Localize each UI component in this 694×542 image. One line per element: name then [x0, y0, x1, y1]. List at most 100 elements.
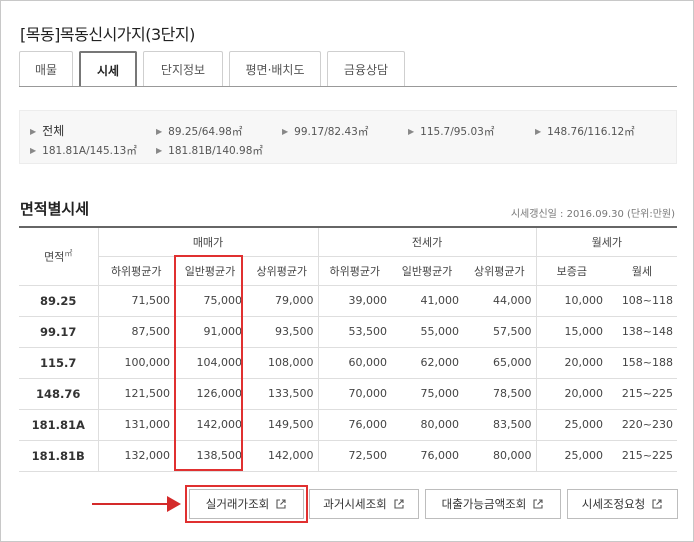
tab-listings[interactable]: 매물 — [19, 51, 73, 86]
area-filter-label: 148.76/116.12㎡ — [547, 126, 635, 138]
table-cell: 25,000 — [535, 409, 608, 441]
column-header: 상위평균가 — [463, 256, 537, 286]
area-filter-item[interactable]: ▶ 181.81A/145.13㎡ — [30, 143, 137, 158]
table-cell: 57,500 — [463, 316, 537, 348]
table-cell: 80,000 — [391, 409, 464, 441]
area-filter-label: 전체 — [42, 124, 65, 138]
button-label: 대출가능금액조회 — [441, 497, 527, 511]
table-cell: 215~225 — [607, 440, 678, 472]
area-filter-label: 89.25/64.98㎡ — [168, 126, 243, 138]
row-area: 89.25 — [19, 285, 99, 317]
area-filter-item[interactable]: ▶ 148.76/116.12㎡ — [535, 124, 635, 139]
table-cell: 220~230 — [607, 409, 678, 441]
table-cell: 138~148 — [607, 316, 678, 348]
page-title: [목동]목동신시가지(3단지) — [20, 25, 195, 44]
table-row: 115.7 100,000 104,000 108,000 60,000 62,000 65… — [19, 347, 678, 379]
table-cell: 71,500 — [98, 285, 174, 317]
table-cell: 79,000 — [246, 285, 319, 317]
table-cell: 108,000 — [246, 347, 319, 379]
external-link-icon — [652, 499, 662, 509]
tab-prices[interactable]: 시세 — [79, 51, 137, 87]
table-cell: 142,000 — [246, 440, 319, 472]
row-area: 99.17 — [19, 316, 99, 348]
price-adjust-button[interactable]: 시세조정요청 — [567, 489, 678, 519]
price-table-body: 89.25 71,500 75,000 79,000 39,000 41,000 44,00… — [19, 285, 678, 472]
row-area: 181.81B — [19, 440, 99, 472]
tab-floor-plan[interactable]: 평면·배치도 — [229, 51, 321, 86]
tab-complex-info[interactable]: 단지정보 — [143, 51, 223, 86]
table-row: 148.76 121,500 126,000 133,500 70,000 75,000 7… — [19, 378, 678, 410]
table-cell: 104,000 — [174, 347, 246, 379]
table-row: 181.81B 132,000 138,500 142,000 72,500 76,000… — [19, 440, 678, 472]
area-filter-item[interactable]: ▶ 99.17/82.43㎡ — [282, 124, 368, 139]
table-cell: 62,000 — [391, 347, 464, 379]
table-cell: 87,500 — [98, 316, 174, 348]
area-filter-all[interactable]: ▶ 전체 — [30, 122, 64, 139]
table-cell: 76,000 — [317, 409, 392, 441]
table-cell: 91,000 — [174, 316, 246, 348]
column-header: 보증금 — [535, 256, 608, 286]
area-filter-item[interactable]: ▶ 89.25/64.98㎡ — [156, 124, 242, 139]
column-header: 하위평균가 — [98, 256, 174, 286]
triangle-right-icon: ▶ — [282, 127, 289, 136]
table-cell: 15,000 — [535, 316, 608, 348]
table-cell: 100,000 — [98, 347, 174, 379]
price-table: 면적㎡ 매매가 전세가 월세가 하위평균가 일반평균가 상위평균가 하위평균가 … — [19, 226, 678, 472]
table-cell: 70,000 — [317, 378, 392, 410]
table-cell: 121,500 — [98, 378, 174, 410]
area-header-label: 면적 — [44, 250, 65, 264]
table-cell: 133,500 — [246, 378, 319, 410]
triangle-right-icon: ▶ — [408, 127, 415, 136]
area-unit: ㎡ — [64, 248, 73, 258]
loan-amount-button[interactable]: 대출가능금액조회 — [425, 489, 561, 519]
table-cell: 158~188 — [607, 347, 678, 379]
table-cell: 132,000 — [98, 440, 174, 472]
table-cell: 126,000 — [174, 378, 246, 410]
pointer-arrow-line — [92, 503, 172, 505]
group-header-monthly: 월세가 — [535, 227, 678, 257]
area-filter-item[interactable]: ▶ 115.7/95.03㎡ — [408, 124, 494, 139]
table-cell: 131,000 — [98, 409, 174, 441]
table-cell: 39,000 — [317, 285, 392, 317]
table-cell: 44,000 — [463, 285, 537, 317]
table-cell: 65,000 — [463, 347, 537, 379]
tab-finance[interactable]: 금융상담 — [327, 51, 405, 86]
real-transaction-button[interactable]: 실거래가조회 — [189, 489, 304, 519]
table-cell: 142,000 — [174, 409, 246, 441]
table-cell: 60,000 — [317, 347, 392, 379]
table-cell: 76,000 — [391, 440, 464, 472]
tab-bar: 매물 시세 단지정보 평면·배치도 금융상담 — [19, 51, 411, 87]
table-cell: 25,000 — [535, 440, 608, 472]
tab-underline — [19, 86, 677, 87]
table-row: 181.81A 131,000 142,000 149,500 76,000 80,000… — [19, 409, 678, 441]
area-filter-label: 181.81B/140.98㎡ — [168, 145, 263, 157]
table-cell: 20,000 — [535, 347, 608, 379]
external-link-icon — [394, 499, 404, 509]
area-filter-item[interactable]: ▶ 181.81B/140.98㎡ — [156, 143, 263, 158]
table-cell: 55,000 — [391, 316, 464, 348]
section-title: 면적별시세 — [20, 200, 90, 218]
table-cell: 78,500 — [463, 378, 537, 410]
table-cell: 20,000 — [535, 378, 608, 410]
triangle-right-icon: ▶ — [156, 127, 163, 136]
table-cell: 41,000 — [391, 285, 464, 317]
column-header: 일반평균가 — [391, 256, 464, 286]
table-cell: 10,000 — [535, 285, 608, 317]
table-cell: 108~118 — [607, 285, 678, 317]
row-area: 148.76 — [19, 378, 99, 410]
group-header-jeonse: 전세가 — [317, 227, 537, 257]
table-cell: 83,500 — [463, 409, 537, 441]
button-label: 과거시세조회 — [323, 497, 387, 511]
table-cell: 93,500 — [246, 316, 319, 348]
column-header: 월세 — [607, 256, 678, 286]
past-price-button[interactable]: 과거시세조회 — [309, 489, 419, 519]
area-filter-label: 181.81A/145.13㎡ — [42, 145, 137, 157]
triangle-right-icon: ▶ — [30, 127, 37, 136]
table-cell: 215~225 — [607, 378, 678, 410]
triangle-right-icon: ▶ — [535, 127, 542, 136]
area-filter-label: 115.7/95.03㎡ — [420, 126, 495, 138]
column-header: 하위평균가 — [317, 256, 392, 286]
table-cell: 138,500 — [174, 440, 246, 472]
column-header: 일반평균가 — [174, 256, 246, 286]
table-cell: 53,500 — [317, 316, 392, 348]
